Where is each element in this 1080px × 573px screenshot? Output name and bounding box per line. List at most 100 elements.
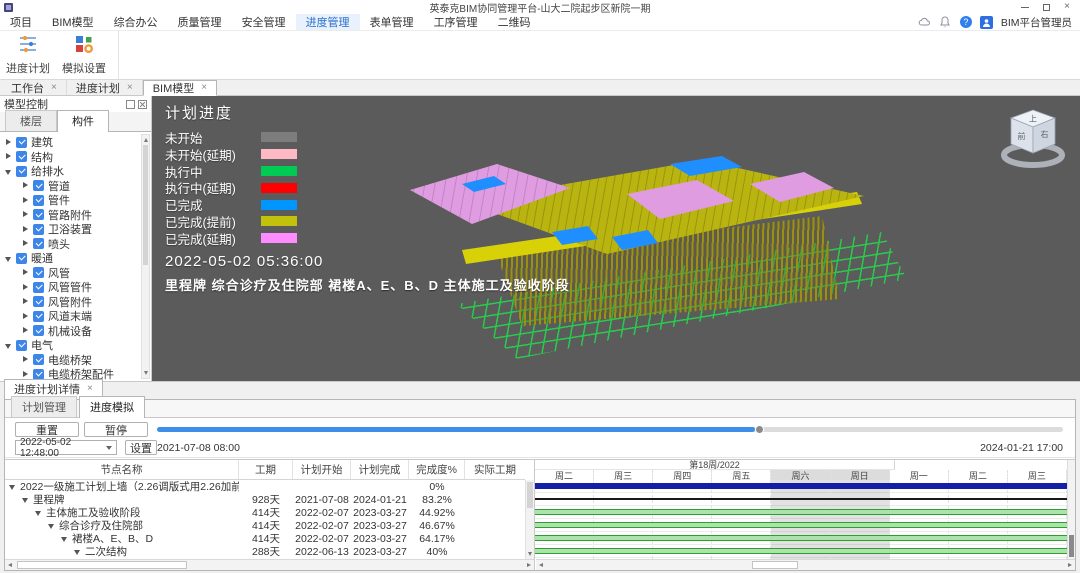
checkbox[interactable] [33, 267, 44, 278]
tab-floors[interactable]: 楼层 [5, 110, 57, 131]
checkbox[interactable] [33, 354, 44, 365]
menu-item-office[interactable]: 综合办公 [104, 14, 168, 30]
checkbox[interactable] [16, 137, 27, 148]
expander-icon[interactable] [74, 548, 81, 555]
tree-scrollbar[interactable] [141, 134, 150, 379]
close-icon[interactable]: × [1064, 2, 1070, 12]
checkbox[interactable] [16, 253, 27, 264]
simulation-settings-button[interactable]: 模拟设置 [56, 31, 112, 79]
expander-icon[interactable] [35, 509, 42, 516]
menu-item-process[interactable]: 工序管理 [424, 14, 488, 30]
gantt-bar-task[interactable] [535, 522, 1067, 528]
scroll-right-icon[interactable] [1068, 563, 1072, 567]
checkbox[interactable] [33, 180, 44, 191]
gantt-bar-task[interactable] [535, 509, 1067, 515]
gantt-vertical-scrollbar[interactable] [1067, 460, 1075, 559]
tree-item[interactable]: 管件 [0, 193, 151, 208]
tab-progress-plan[interactable]: 进度计划 × [67, 80, 143, 95]
column-header-start[interactable]: 计划开始 [293, 460, 351, 479]
close-icon[interactable]: × [127, 83, 133, 93]
tree-item[interactable]: 结构 [0, 150, 151, 165]
menu-item-progress[interactable]: 进度管理 [296, 14, 360, 30]
close-icon[interactable]: × [51, 83, 57, 93]
expander-icon[interactable] [48, 522, 55, 529]
float-panel-icon[interactable] [126, 100, 135, 109]
scroll-up-icon[interactable] [144, 138, 148, 142]
close-panel-icon[interactable] [138, 100, 147, 109]
menu-item-safety[interactable]: 安全管理 [232, 14, 296, 30]
scroll-right-icon[interactable] [527, 563, 531, 567]
menu-item-bim-model[interactable]: BIM模型 [42, 14, 104, 30]
help-icon[interactable]: ? [960, 16, 972, 28]
gantt-bar-task[interactable] [535, 548, 1067, 554]
expander-icon[interactable] [5, 168, 12, 175]
tree-item[interactable]: 电缆桥架 [0, 353, 151, 368]
tree-item[interactable]: 卫浴装置 [0, 222, 151, 237]
checkbox[interactable] [33, 296, 44, 307]
tab-components[interactable]: 构件 [57, 110, 109, 132]
expander-icon[interactable] [5, 342, 12, 349]
viewport-3d[interactable]: 计划进度 未开始 未开始(延期) 执行中 执行中(延期) 已完成 已完成(提前)… [152, 96, 1080, 381]
progress-plan-button[interactable]: 进度计划 [0, 31, 56, 79]
expander-icon[interactable] [22, 182, 29, 189]
tree-item[interactable]: 电气 [0, 338, 151, 353]
tree-item[interactable]: 风道末端 [0, 309, 151, 324]
minimize-icon[interactable] [1021, 7, 1029, 8]
expander-icon[interactable] [22, 269, 29, 276]
bell-icon[interactable] [939, 16, 952, 29]
tree-item[interactable]: 给排水 [0, 164, 151, 179]
gantt-bar-task[interactable] [535, 535, 1067, 541]
tree-item[interactable]: 管道 [0, 179, 151, 194]
expander-icon[interactable] [9, 483, 16, 490]
column-header-name[interactable]: 节点名称 [5, 460, 239, 479]
expander-icon[interactable] [5, 255, 12, 262]
expander-icon[interactable] [22, 298, 29, 305]
datetime-select[interactable]: 2022-05-02 12:48:00 [15, 440, 117, 455]
tree-item[interactable]: 风管附件 [0, 295, 151, 310]
checkbox[interactable] [16, 166, 27, 177]
expander-icon[interactable] [22, 197, 29, 204]
avatar[interactable] [980, 16, 993, 29]
checkbox[interactable] [33, 282, 44, 293]
checkbox[interactable] [16, 151, 27, 162]
checkbox[interactable] [33, 224, 44, 235]
expander-icon[interactable] [5, 153, 12, 160]
expander-icon[interactable] [22, 313, 29, 320]
tab-progress-simulation[interactable]: 进度模拟 [79, 396, 145, 418]
gantt-bar-summary[interactable] [535, 483, 1067, 489]
table-horizontal-scrollbar[interactable] [5, 559, 535, 570]
gantt-horizontal-scrollbar[interactable] [536, 559, 1075, 570]
column-header-duration[interactable]: 工期 [239, 460, 293, 479]
pause-button[interactable]: 暂停 [84, 422, 148, 437]
expander-icon[interactable] [22, 240, 29, 247]
tree-item[interactable]: 建筑 [0, 135, 151, 150]
expander-icon[interactable] [22, 371, 29, 378]
menu-item-project[interactable]: 项目 [0, 14, 42, 30]
tab-plan-management[interactable]: 计划管理 [11, 396, 77, 417]
menu-item-qrcode[interactable]: 二维码 [488, 14, 541, 30]
scroll-left-icon[interactable] [539, 563, 543, 567]
column-header-actual[interactable]: 实际工期 [465, 460, 525, 479]
checkbox[interactable] [33, 311, 44, 322]
checkbox[interactable] [33, 325, 44, 336]
scroll-left-icon[interactable] [8, 563, 12, 567]
cloud-icon[interactable] [918, 16, 931, 29]
close-icon[interactable]: × [201, 83, 207, 93]
scrollbar-thumb[interactable] [752, 561, 798, 569]
close-icon[interactable]: × [87, 384, 93, 394]
tree-item[interactable]: 管路附件 [0, 208, 151, 223]
tab-bim-model[interactable]: BIM模型 × [143, 80, 217, 96]
expander-icon[interactable] [22, 284, 29, 291]
tree-item[interactable]: 风管管件 [0, 280, 151, 295]
scrollbar-thumb[interactable] [17, 561, 187, 569]
checkbox[interactable] [16, 340, 27, 351]
scrollbar-thumb[interactable] [527, 482, 533, 508]
tree-item[interactable]: 暖通 [0, 251, 151, 266]
user-name[interactable]: BIM平台管理员 [1001, 15, 1072, 30]
scrollbar-thumb[interactable] [143, 145, 148, 265]
checkbox[interactable] [33, 195, 44, 206]
expander-icon[interactable] [22, 327, 29, 334]
gantt-chart[interactable]: 第18周/2022 周二 周三 周四 周五 周六 周日 周一 周二 周三 [535, 460, 1075, 559]
column-header-finish[interactable]: 计划完成 [351, 460, 409, 479]
scrollbar-thumb[interactable] [1069, 535, 1074, 557]
